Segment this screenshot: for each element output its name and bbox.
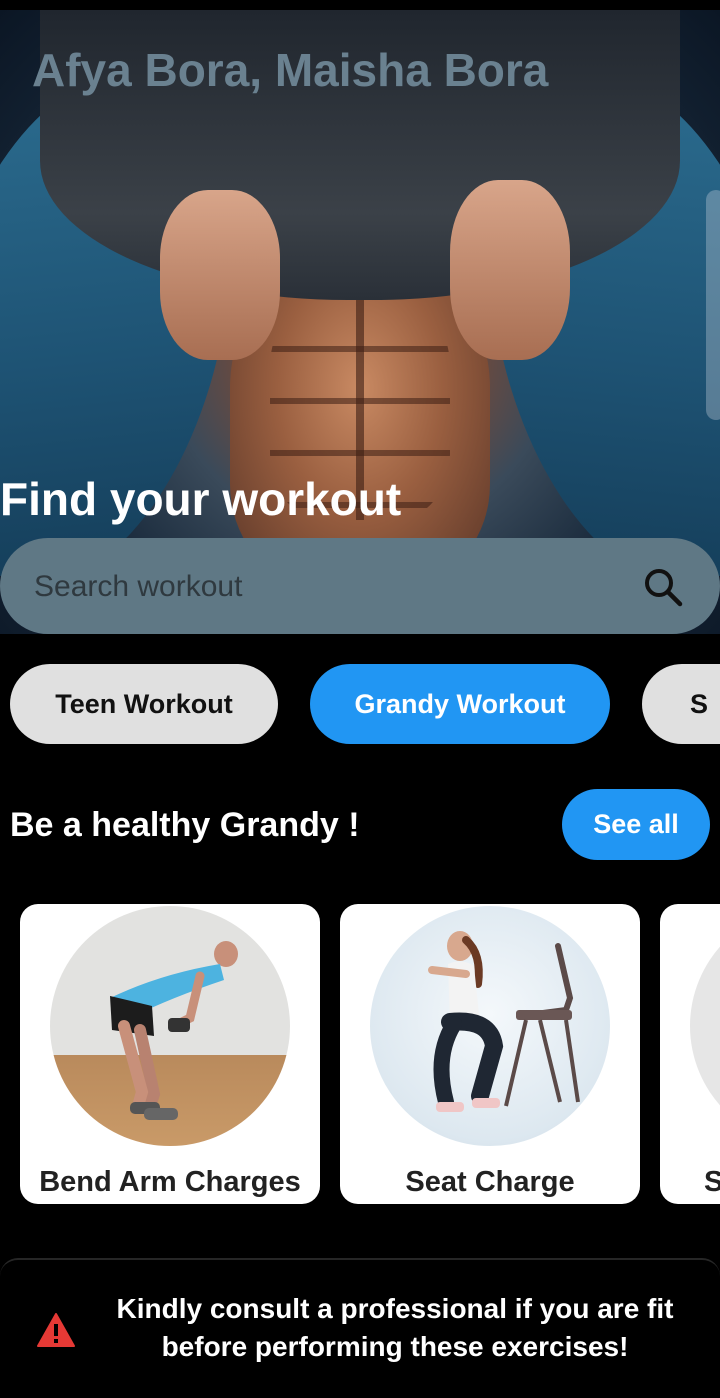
exercise-label: Seat Charge xyxy=(405,1166,575,1198)
exercise-card-partial[interactable]: S xyxy=(660,904,720,1204)
exercise-figure-chair-squat xyxy=(428,931,580,1112)
exercise-figure-bent-row xyxy=(110,941,238,1120)
exercise-image xyxy=(50,906,290,1146)
exercise-image xyxy=(690,906,720,1146)
section-title: Be a healthy Grandy ! xyxy=(10,806,360,844)
search-input[interactable] xyxy=(32,560,616,614)
see-all-button[interactable]: See all xyxy=(562,789,710,860)
warning-text: Kindly consult a professional if you are… xyxy=(116,1293,674,1362)
warning-banner: Kindly consult a professional if you are… xyxy=(0,1258,720,1398)
hero-next-slide-peek xyxy=(706,190,720,420)
exercise-label: S xyxy=(704,1166,720,1198)
exercise-card-seat-charge[interactable]: Seat Charge xyxy=(340,904,640,1204)
category-chip-partial[interactable]: S xyxy=(642,664,720,744)
search-icon[interactable] xyxy=(640,564,686,610)
exercise-label: Bend Arm Charges xyxy=(39,1166,301,1198)
warning-icon xyxy=(37,1313,75,1347)
hero-figure-hand xyxy=(160,190,280,360)
brand-title: Afya Bora, Maisha Bora xyxy=(32,44,549,96)
search-bar[interactable] xyxy=(0,538,720,634)
category-chip-grandy-workout[interactable]: Grandy Workout xyxy=(310,664,610,744)
status-bar xyxy=(0,0,720,10)
exercise-card-bend-arm-charges[interactable]: Bend Arm Charges xyxy=(20,904,320,1204)
hero-figure-hand xyxy=(450,180,570,360)
page-title: Find your workout xyxy=(0,473,402,525)
category-chip-teen-workout[interactable]: Teen Workout xyxy=(10,664,278,744)
exercise-image xyxy=(370,906,610,1146)
